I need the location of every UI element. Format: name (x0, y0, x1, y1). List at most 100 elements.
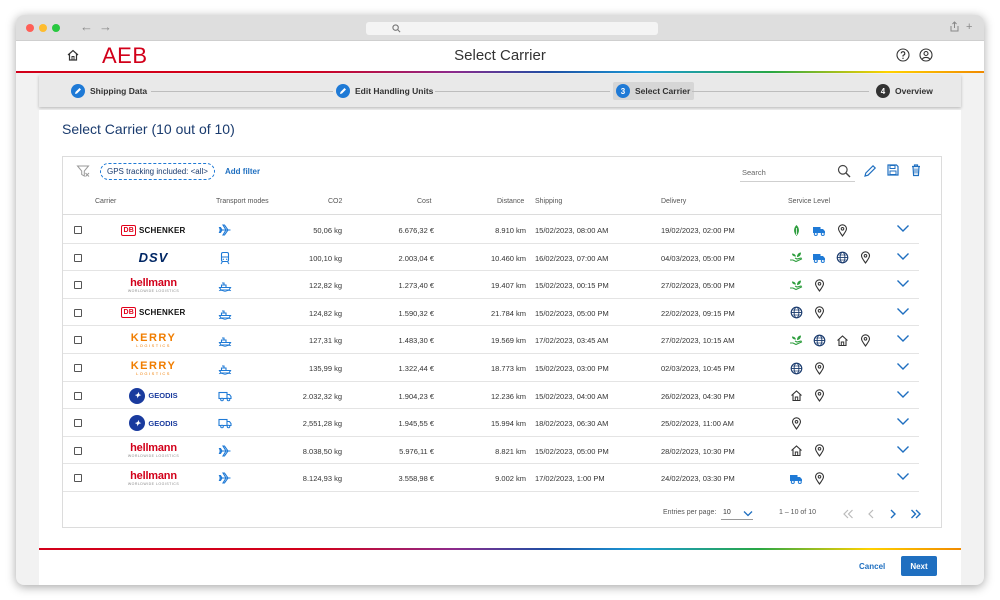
first-page-icon[interactable] (842, 509, 854, 519)
table-row[interactable]: hellmann WORLDWIDE LOGISTICS 122,82 kg 1.27… (63, 271, 919, 299)
chevron-down-icon[interactable] (896, 472, 910, 481)
table-row[interactable]: DSV 100,10 kg 2.003,04 € 10.460 km 16/02/202… (63, 244, 919, 272)
last-page-icon[interactable] (910, 509, 922, 519)
table-row[interactable]: DB SCHENKER 124,82 kg 1.590,32 € 21.784 km 15… (63, 299, 919, 327)
cancel-button[interactable]: Cancel (859, 562, 885, 571)
train-icon (218, 251, 232, 270)
filter-icon[interactable] (76, 164, 90, 178)
search-icon[interactable] (837, 164, 851, 178)
service-level-cell (789, 333, 881, 347)
user-account-icon[interactable] (919, 48, 933, 62)
logo-sub: WORLDWIDE LOGISTICS (127, 454, 180, 459)
edit-pencil-icon[interactable] (863, 164, 877, 178)
chevron-down-icon[interactable] (896, 334, 910, 343)
shipping-cell: 15/02/2023, 04:00 AM (535, 391, 609, 401)
row-checkbox[interactable] (74, 253, 82, 262)
row-checkbox[interactable] (74, 446, 82, 455)
chevron-down-icon[interactable] (896, 307, 910, 316)
row-checkbox[interactable] (74, 391, 82, 400)
service-level-cell (789, 223, 858, 237)
forward-arrow-icon[interactable]: → (99, 20, 112, 34)
table-toolbar: GPS tracking included: <all> Add filter … (63, 157, 941, 187)
table-row[interactable]: hellmann WORLDWIDE LOGISTICS 8.038,50 kg 5.… (63, 437, 919, 465)
globe-icon (789, 306, 803, 320)
search-underline (740, 181, 855, 182)
row-checkbox[interactable] (74, 308, 82, 317)
close-window-button[interactable] (26, 24, 34, 32)
delivery-cell: 24/02/2023, 03:30 PM (661, 474, 735, 484)
table-row[interactable]: ✦ GEODIS 2,551,28 kg 1.945,55 € 15.994 km 18/… (63, 409, 919, 437)
ship-icon (218, 361, 232, 380)
table-row[interactable]: KERRY LOGISTICS 127,31 kg 1.483,30 € 19.569 … (63, 326, 919, 354)
add-filter-link[interactable]: Add filter (225, 167, 260, 176)
row-checkbox[interactable] (74, 474, 82, 483)
next-button[interactable]: Next (901, 556, 937, 576)
delivery-cell: 25/02/2023, 11:00 AM (661, 419, 734, 429)
co2-cell: 124,82 kg (309, 308, 342, 318)
col-carrier[interactable]: Carrier (95, 198, 116, 205)
row-checkbox[interactable] (74, 281, 82, 290)
table-row[interactable]: DB SCHENKER 50,06 kg 6.676,32 € 8.910 km 15/0… (63, 216, 919, 244)
help-icon[interactable] (896, 48, 910, 62)
chevron-down-icon[interactable] (896, 279, 910, 288)
col-co2[interactable]: CO2 (328, 198, 342, 205)
cost-cell: 1.590,32 € (398, 308, 434, 318)
table-row[interactable]: ✦ GEODIS 2.032,32 kg 1.904,23 € 12.236 km 15/… (63, 382, 919, 410)
col-transport-modes[interactable]: Transport modes (216, 198, 269, 205)
row-checkbox[interactable] (74, 419, 82, 428)
carrier-cell: hellmann WORLDWIDE LOGISTICS (111, 277, 196, 293)
chevron-down-icon[interactable] (896, 224, 910, 233)
row-checkbox[interactable] (74, 226, 82, 234)
col-distance[interactable]: Distance (497, 198, 524, 205)
service-level-cell (789, 306, 835, 320)
row-checkbox[interactable] (74, 364, 82, 372)
chevron-down-icon[interactable] (896, 252, 910, 261)
previous-page-icon[interactable] (867, 509, 875, 519)
address-bar[interactable] (366, 22, 658, 35)
table-row[interactable]: KERRY LOGISTICS 135,99 kg 1.322,44 € 18.773 … (63, 354, 919, 382)
step-overview[interactable]: 4 Overview (876, 82, 933, 100)
new-tab-icon[interactable]: + (966, 21, 972, 33)
step-shipping-data[interactable]: Shipping Data (71, 82, 147, 100)
table-row[interactable]: hellmann WORLDWIDE LOGISTICS 8.124,93 kg 3.… (63, 464, 919, 492)
chevron-down-icon[interactable] (896, 417, 910, 426)
logo-sub: LOGISTICS (136, 370, 171, 376)
next-page-icon[interactable] (889, 509, 897, 519)
location-pin-icon (812, 306, 826, 320)
truck-icon (812, 251, 826, 265)
chevron-down-icon[interactable] (896, 362, 910, 371)
service-level-cell (789, 278, 835, 292)
carrier-cell: ✦ GEODIS (111, 387, 196, 404)
save-icon[interactable] (886, 163, 900, 177)
truck-icon (218, 389, 232, 408)
entries-per-page-select[interactable]: 10 (723, 509, 731, 516)
col-service-level[interactable]: Service Level (788, 198, 830, 205)
col-delivery[interactable]: Delivery (661, 198, 686, 205)
carrier-cell: DB SCHENKER (111, 222, 196, 238)
location-pin-icon (812, 278, 826, 292)
step-edit-handling-units[interactable]: Edit Handling Units (336, 82, 433, 100)
share-icon[interactable] (950, 21, 959, 32)
delete-trash-icon[interactable] (909, 163, 923, 177)
chevron-down-icon[interactable] (896, 445, 910, 454)
col-cost[interactable]: Cost (417, 198, 431, 205)
co2-cell: 2.032,32 kg (302, 391, 342, 401)
house-icon (835, 333, 849, 347)
step-number: 4 (876, 84, 890, 98)
chevron-down-icon[interactable] (743, 510, 753, 517)
logo-db: DB (121, 224, 136, 236)
gps-tracking-filter-chip[interactable]: GPS tracking included: <all> (100, 163, 215, 180)
location-pin-icon (812, 471, 826, 485)
chevron-down-icon[interactable] (896, 390, 910, 399)
row-checkbox[interactable] (74, 336, 82, 345)
minimize-window-button[interactable] (39, 24, 47, 32)
step-select-carrier[interactable]: 3 Select Carrier (613, 82, 695, 100)
maximize-window-button[interactable] (52, 24, 60, 32)
page-range: 1 – 10 of 10 (779, 509, 816, 516)
co2-cell: 50,06 kg (313, 226, 342, 235)
back-arrow-icon[interactable]: ← (80, 20, 93, 34)
search-input[interactable]: Search (742, 168, 766, 177)
logo-name: hellmann (130, 442, 177, 455)
col-shipping[interactable]: Shipping (535, 198, 562, 205)
logo-name: GEODIS (148, 418, 178, 428)
